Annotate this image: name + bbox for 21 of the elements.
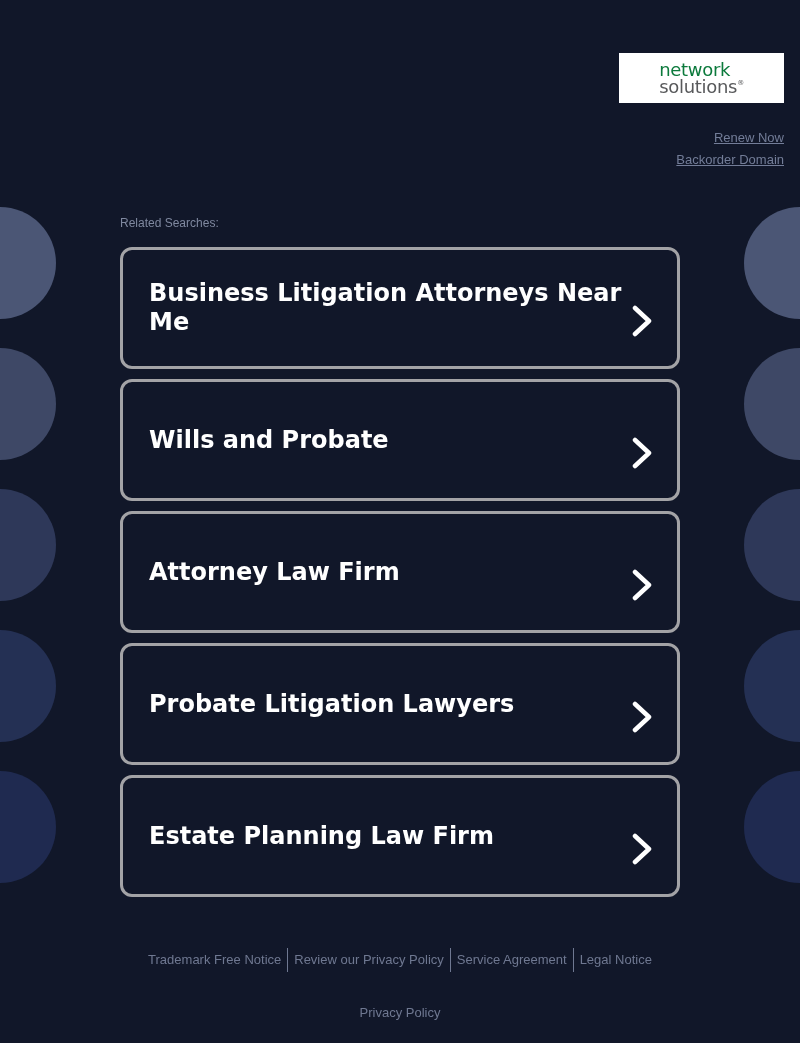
chevron-right-icon	[632, 833, 652, 865]
footer-link[interactable]: Service Agreement	[450, 952, 573, 968]
related-searches-heading: Related Searches:	[120, 216, 220, 230]
chevron-right-icon	[632, 569, 652, 601]
privacy-policy-link[interactable]: Privacy Policy	[359, 1005, 441, 1021]
logo[interactable]: network solutions$^{®}$	[619, 53, 784, 103]
header-link[interactable]: Renew Now	[713, 127, 784, 149]
logo-lower-text: solutions$^{®}$	[659, 78, 744, 95]
related-search-card[interactable]: Attorney Law Firm	[120, 511, 680, 633]
header-link[interactable]: Backorder Domain	[676, 149, 784, 171]
chevron-right-icon	[632, 701, 652, 733]
footer-link[interactable]: Review our Privacy Policy	[288, 952, 450, 968]
chevron-right-icon	[632, 437, 652, 469]
related-search-card[interactable]: Wills and Probate	[120, 379, 680, 501]
footer-link[interactable]: Trademark Free Notice	[142, 952, 288, 968]
related-search-card[interactable]: Probate Litigation Lawyers	[120, 643, 680, 765]
footer-link[interactable]: Legal Notice	[573, 952, 658, 968]
chevron-right-icon	[632, 305, 652, 337]
related-search-card[interactable]: Business Litigation Attorneys Near Me	[120, 247, 680, 369]
related-search-card[interactable]: Estate Planning Law Firm	[120, 775, 680, 897]
logo-upper-text: network	[659, 61, 731, 78]
